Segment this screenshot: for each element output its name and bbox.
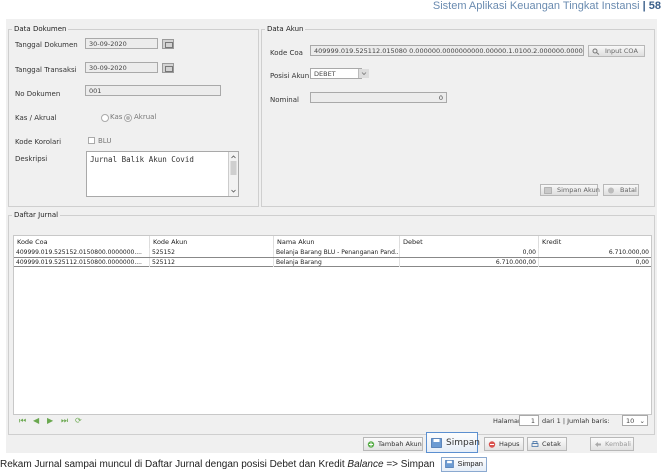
cell-kode-akun: 525112 <box>150 258 274 267</box>
delete-icon <box>488 441 496 448</box>
data-akun-title: Data Akun <box>265 25 306 33</box>
chevron-down-icon: ⌄ <box>639 417 645 425</box>
cell-nama-akun: Belanja Barang <box>274 258 400 267</box>
page-header: Sistem Aplikasi Keuangan Tingkat Instans… <box>433 0 661 14</box>
tanggal-dokumen-field[interactable]: 30-09-2020 <box>85 38 158 49</box>
posisi-akun-select[interactable]: DEBET <box>310 68 362 79</box>
column-header-kode-akun[interactable]: Kode Akun <box>150 236 274 248</box>
jurnal-table: Kode Coa Kode Akun Nama Akun Debet Kredi… <box>13 235 652 415</box>
header-page-number: 58 <box>648 0 661 12</box>
tanggal-transaksi-field[interactable]: 30-09-2020 <box>85 62 158 73</box>
cell-kredit: 0,00 <box>635 259 649 266</box>
jumlah-baris-select[interactable]: 10 ⌄ <box>622 415 648 426</box>
cell-kode-akun: 525152 <box>150 248 274 257</box>
hapus-label: Hapus <box>499 440 520 448</box>
scroll-arrows-icon <box>230 155 237 193</box>
save-icon <box>544 187 552 194</box>
prev-page-icon[interactable]: ◀ <box>33 417 42 425</box>
kas-option-label: Kas <box>110 113 123 121</box>
data-dokumen-title: Data Dokumen <box>12 25 69 33</box>
kas-radio[interactable] <box>101 114 109 122</box>
app-window: Data Dokumen Tanggal Dokumen 30-09-2020 … <box>6 19 657 453</box>
akrual-radio[interactable] <box>124 114 132 122</box>
chevron-down-icon[interactable] <box>358 69 369 78</box>
deskripsi-label: Deskripsi <box>15 155 48 163</box>
table-row[interactable]: 409999.019.525152.0150800.0000000.... 52… <box>14 248 651 257</box>
last-page-icon[interactable]: ⏭ <box>61 417 70 425</box>
tanggal-dokumen-label: Tanggal Dokumen <box>15 41 78 49</box>
column-header-kode-coa[interactable]: Kode Coa <box>14 236 150 248</box>
batal-button[interactable]: Batal <box>603 184 639 196</box>
footer-simpan-label: Simpan <box>457 459 483 468</box>
hapus-button[interactable]: Hapus <box>484 437 524 451</box>
blu-checkbox[interactable] <box>88 137 95 144</box>
blu-label: BLU <box>98 137 112 145</box>
nominal-field[interactable]: 0 <box>310 92 447 103</box>
simpan-button[interactable]: Simpan <box>426 432 480 453</box>
footer-text-after: => Simpan <box>383 459 435 470</box>
akrual-option-label: Akrual <box>134 113 157 121</box>
cetak-button[interactable]: Cetak <box>527 437 567 451</box>
cell-debet: 0,00 <box>400 248 539 257</box>
daftar-jurnal-title: Daftar Jurnal <box>12 211 61 219</box>
deskripsi-text: Jurnal Balik Akun Covid <box>90 155 194 164</box>
tambah-akun-button[interactable]: Tambah Akun <box>363 437 423 451</box>
cell-kode-coa: 409999.019.525152.0150800.0000000.... <box>14 248 150 257</box>
kembali-label: Kembali <box>605 440 631 448</box>
simpan-akun-label: Simpan Akun <box>557 186 600 194</box>
jumlah-baris-value: 10 <box>626 417 635 425</box>
footer-text-before: Rekam Jurnal sampai muncul di Daftar Jur… <box>0 459 348 470</box>
column-header-debet[interactable]: Debet <box>400 236 539 248</box>
deskripsi-textarea[interactable]: Jurnal Balik Akun Covid <box>86 151 239 197</box>
nominal-label: Nominal <box>270 96 299 104</box>
calendar-icon[interactable] <box>162 63 174 73</box>
batal-label: Batal <box>620 186 637 194</box>
kode-korolari-label: Kode Korolari <box>15 138 62 146</box>
pager: ⏮ ◀ ▶ ⏭ ⟳ Halaman 1 dari 1 | Jumlah bari… <box>13 415 650 428</box>
simpan-label: Simpan <box>446 438 480 448</box>
footer-balance: Balance <box>347 459 384 470</box>
kode-coa-field[interactable]: 409999.019.525112.015080 0.000000.000000… <box>310 45 584 56</box>
dari-label: dari 1 | Jumlah baris: <box>542 417 610 425</box>
cell-debet: 6.710.000,00 <box>400 258 539 267</box>
kode-coa-label: Kode Coa <box>270 49 303 57</box>
first-page-icon[interactable]: ⏮ <box>19 417 28 425</box>
deskripsi-scrollbar[interactable] <box>228 152 238 196</box>
save-icon <box>431 438 442 448</box>
input-coa-button[interactable]: Input COA <box>588 45 645 57</box>
cancel-icon <box>608 187 614 194</box>
column-header-kredit[interactable]: Kredit <box>539 236 651 248</box>
back-icon <box>595 442 601 447</box>
input-coa-label: Input COA <box>605 47 638 55</box>
simpan-akun-button[interactable]: Simpan Akun <box>540 184 600 196</box>
halaman-spinner[interactable]: 1 <box>519 415 539 426</box>
posisi-akun-label: Posisi Akun <box>270 72 310 80</box>
next-page-icon[interactable]: ▶ <box>47 417 56 425</box>
column-header-nama-akun[interactable]: Nama Akun <box>274 236 400 248</box>
refresh-icon[interactable]: ⟳ <box>75 417 84 425</box>
print-icon <box>531 441 539 447</box>
add-icon <box>367 441 375 448</box>
halaman-label: Halaman <box>493 417 523 425</box>
cell-kredit: 6.710.000,00 <box>608 249 649 256</box>
cell-nama-akun: Belanja Barang BLU - Penanganan Pand... <box>276 248 400 257</box>
header-separator: | <box>642 0 646 12</box>
no-dokumen-label: No Dokumen <box>15 90 61 98</box>
tanggal-transaksi-label: Tanggal Transaksi <box>15 66 77 74</box>
no-dokumen-field[interactable]: 001 <box>85 85 221 96</box>
cetak-label: Cetak <box>542 440 561 448</box>
kembali-button[interactable]: Kembali <box>590 437 634 451</box>
footer-caption: Rekam Jurnal sampai muncul di Daftar Jur… <box>0 457 661 475</box>
calendar-icon[interactable] <box>162 39 174 49</box>
table-row[interactable]: 409999.019.525112.0150800.0000000.... 52… <box>14 257 651 267</box>
cell-kode-coa: 409999.019.525112.0150800.0000000.... <box>14 258 150 267</box>
footer-simpan-button: Simpan <box>441 457 487 472</box>
tambah-akun-label: Tambah Akun <box>378 440 422 448</box>
search-icon <box>592 48 600 55</box>
save-icon <box>445 460 455 468</box>
kas-akrual-label: Kas / Akrual <box>15 114 57 122</box>
header-title: Sistem Aplikasi Keuangan Tingkat Instans… <box>432 0 640 12</box>
